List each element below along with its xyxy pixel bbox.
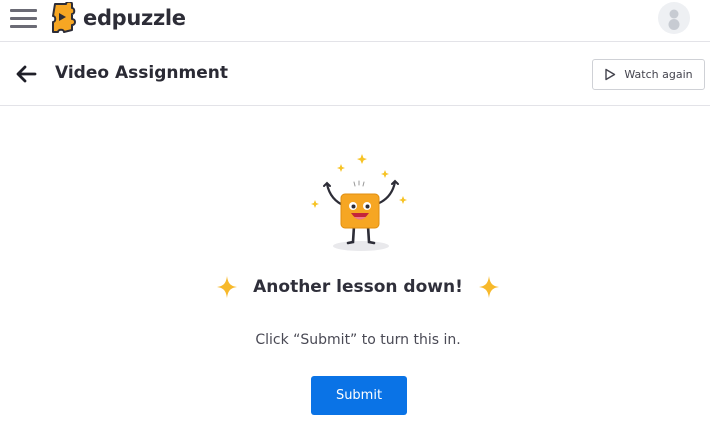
top-bar: edpuzzle — [0, 0, 710, 42]
celebrating-mascot-icon — [311, 154, 407, 251]
user-avatar-icon[interactable] — [658, 2, 690, 34]
logo-text: edpuzzle — [83, 6, 186, 30]
watch-again-button[interactable]: Watch again — [592, 59, 705, 90]
sparkle-icon — [217, 276, 238, 298]
edpuzzle-logo[interactable]: edpuzzle — [51, 2, 186, 34]
headline-text: Another lesson down! — [253, 277, 463, 297]
hamburger-menu-icon[interactable] — [10, 6, 38, 30]
completion-headline: Another lesson down! — [0, 276, 710, 298]
submit-button[interactable]: Submit — [311, 376, 407, 415]
arrow-left-icon — [16, 65, 37, 83]
watch-again-label: Watch again — [624, 68, 693, 81]
puzzle-logo-icon — [52, 2, 76, 33]
assignment-header: Video Assignment Watch again — [0, 42, 710, 106]
play-outline-icon — [605, 68, 616, 81]
submit-instructions: Click “Submit” to turn this in. — [255, 332, 461, 348]
sparkle-icon — [478, 276, 499, 298]
page-title: Video Assignment — [55, 63, 228, 83]
back-button[interactable] — [14, 62, 38, 86]
